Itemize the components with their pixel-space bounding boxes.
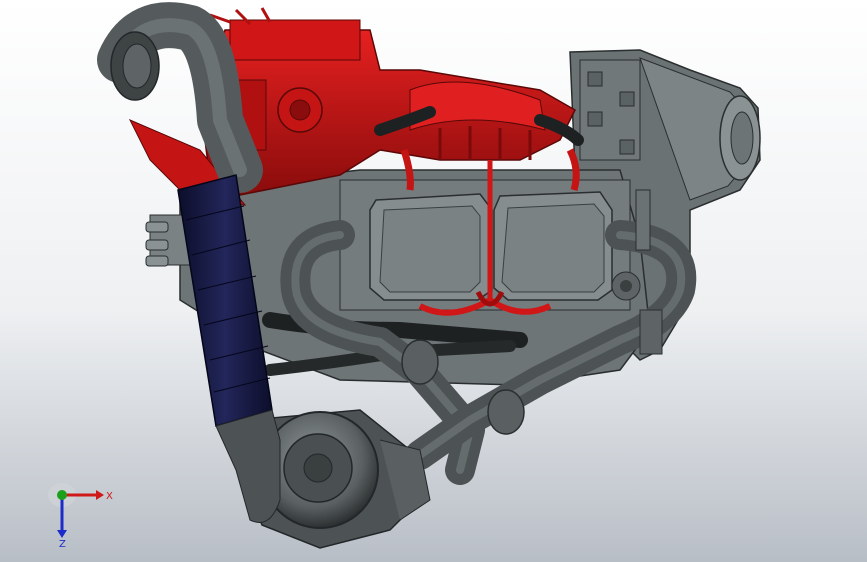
valve-cover-left[interactable] bbox=[369, 193, 493, 301]
model-scene[interactable] bbox=[0, 0, 867, 562]
z-axis-label: Z bbox=[59, 539, 66, 548]
y-axis-dot bbox=[57, 490, 67, 500]
coordinate-triad: X Z bbox=[48, 483, 113, 548]
valve-cover-right[interactable] bbox=[493, 191, 613, 301]
3d-viewport[interactable]: X Z bbox=[0, 0, 867, 562]
x-axis-label: X bbox=[106, 491, 113, 502]
